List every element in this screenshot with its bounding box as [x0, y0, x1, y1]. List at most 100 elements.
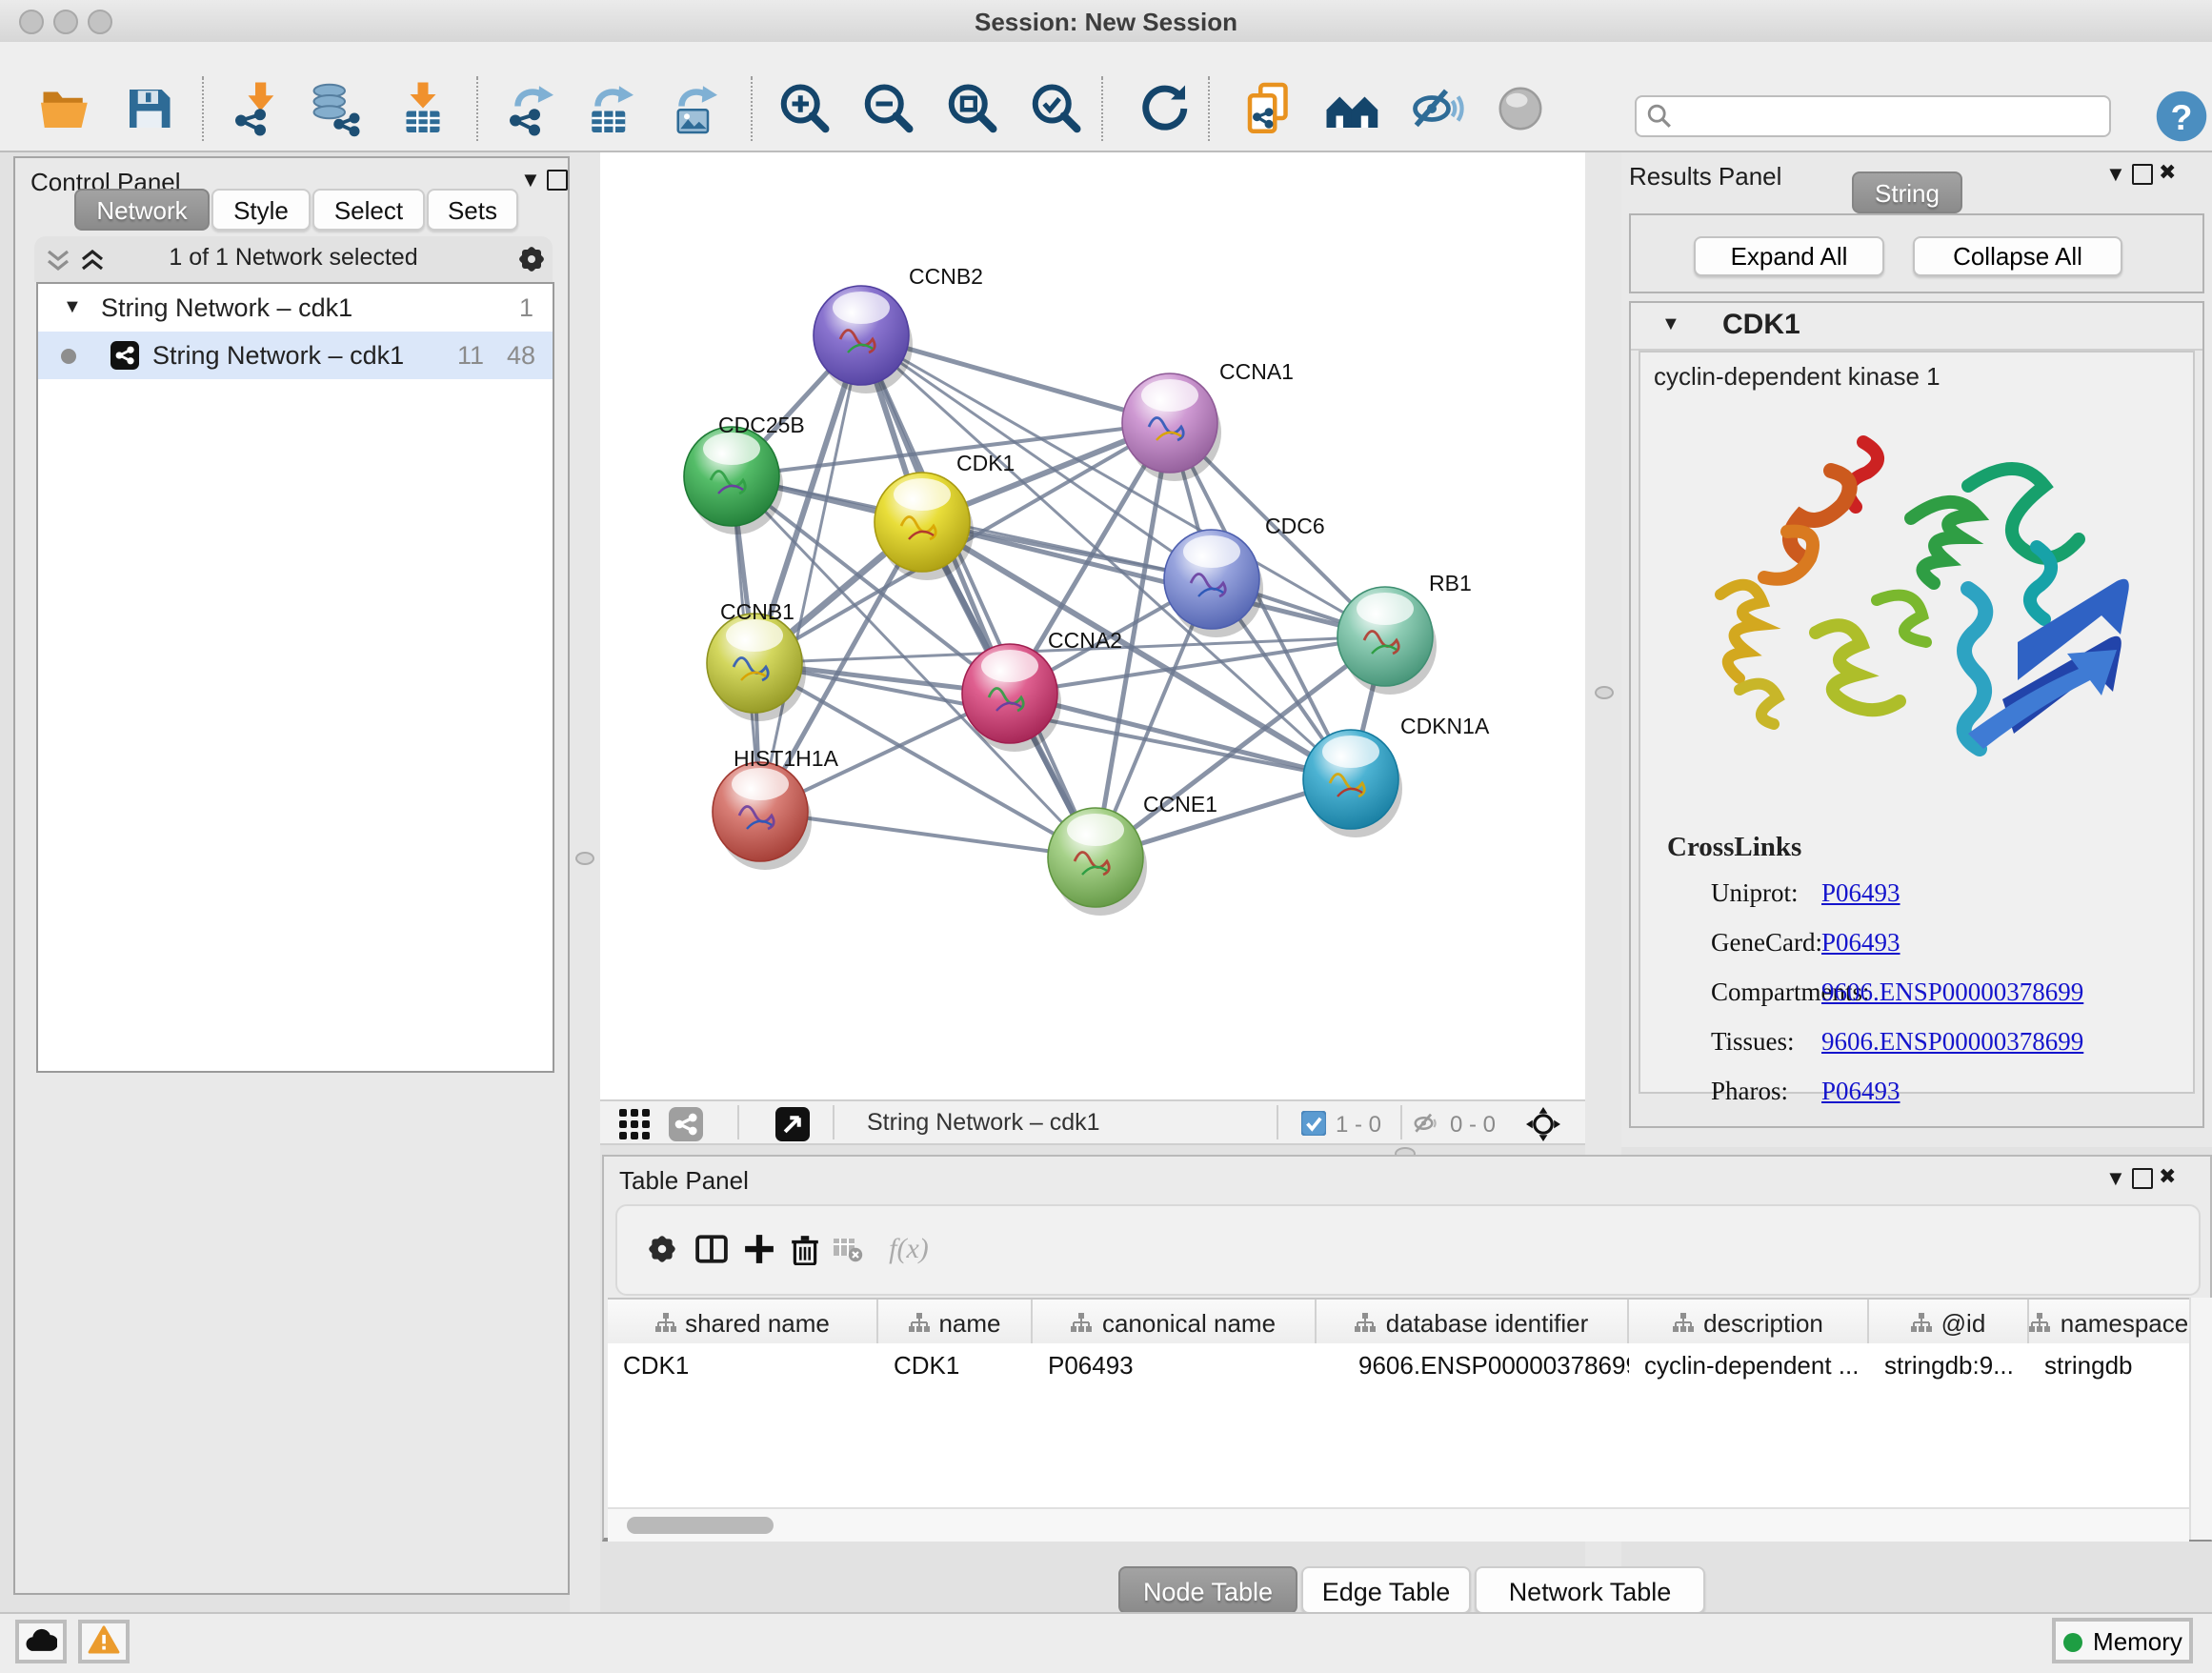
network-node-hist1h1a[interactable]: HIST1H1A: [713, 746, 839, 870]
close-panel-icon[interactable]: ✖: [2159, 162, 2176, 185]
left-splitter[interactable]: [570, 152, 600, 1612]
memory-button[interactable]: Memory: [2052, 1618, 2193, 1663]
crosslink-link[interactable]: P06493: [1821, 878, 1900, 909]
show-all-button[interactable]: [1492, 80, 1549, 137]
float-panel-icon[interactable]: [2132, 1168, 2153, 1189]
network-node-ccna1[interactable]: CCNA1: [1122, 359, 1294, 481]
tab-string[interactable]: String: [1852, 171, 1962, 213]
column-header-namespace[interactable]: namespace: [2029, 1300, 2189, 1345]
cell-canonical-name[interactable]: P06493: [1033, 1343, 1317, 1387]
network-node-cdkn1a[interactable]: CDKN1A: [1303, 714, 1490, 837]
splitter-handle[interactable]: [1595, 686, 1614, 699]
first-neighbors-button[interactable]: [1324, 80, 1381, 137]
delete-table-button[interactable]: [831, 1233, 865, 1267]
crosslink-link[interactable]: P06493: [1821, 1077, 1900, 1107]
collapse-panel-icon[interactable]: ▼: [2105, 1168, 2126, 1191]
network-node-label: CCNA2: [1048, 628, 1122, 653]
scrollbar-thumb[interactable]: [627, 1517, 774, 1534]
column-header-canonical-name[interactable]: canonical name: [1033, 1300, 1317, 1345]
collapse-all-button[interactable]: Collapse All: [1913, 236, 2122, 276]
import-network-from-database-button[interactable]: [307, 80, 364, 137]
column-header-description[interactable]: description: [1629, 1300, 1869, 1345]
network-view[interactable]: CCNB2 CCNA1 CDC25B CDK1 CDC6RB1 CCNB1 CCNA2 CDK…: [600, 152, 1585, 1099]
delete-column-button[interactable]: [787, 1233, 821, 1267]
zoom-fit-button[interactable]: [943, 80, 1000, 137]
crosslink-link[interactable]: P06493: [1821, 928, 1900, 958]
export-table-button[interactable]: [581, 80, 638, 137]
table-options-button[interactable]: [644, 1233, 678, 1267]
cell-id[interactable]: stringdb:9...: [1869, 1343, 2029, 1387]
close-panel-icon[interactable]: ✖: [2159, 1166, 2176, 1189]
tree-expander-icon[interactable]: ▼: [63, 284, 82, 332]
crosslink-link[interactable]: 9606.ENSP00000378699: [1821, 978, 2083, 1008]
expand-all-button[interactable]: Expand All: [1694, 236, 1884, 276]
collapse-panel-icon[interactable]: ▼: [520, 170, 541, 192]
refresh-button[interactable]: [1136, 80, 1193, 137]
crosslink-link[interactable]: 9606.ENSP00000378699: [1821, 1027, 2083, 1058]
network-node-ccnb2[interactable]: CCNB2: [814, 264, 983, 393]
function-builder-button[interactable]: f(x): [876, 1233, 941, 1267]
cell-shared-name[interactable]: CDK1: [608, 1343, 878, 1387]
tab-sets[interactable]: Sets: [427, 189, 518, 231]
gene-header[interactable]: ▼ CDK1: [1631, 303, 2202, 351]
export-image-button[interactable]: [665, 80, 722, 137]
share-view-icon[interactable]: [669, 1107, 703, 1141]
tab-node-table[interactable]: Node Table: [1118, 1566, 1297, 1614]
network-node-ccnb1[interactable]: CCNB1: [707, 599, 806, 721]
warning-status-button[interactable]: [78, 1620, 130, 1663]
vertical-scrollbar[interactable]: [2189, 1298, 2212, 1540]
zoom-out-button[interactable]: [859, 80, 916, 137]
selected-checkbox-icon[interactable]: [1301, 1111, 1326, 1136]
show-columns-button[interactable]: [694, 1233, 728, 1267]
column-header-id[interactable]: @id: [1869, 1300, 2029, 1345]
hide-selected-button[interactable]: [1408, 80, 1465, 137]
network-collection-row[interactable]: ▼ String Network – cdk1 1: [38, 284, 553, 332]
options-gear-icon[interactable]: [516, 244, 547, 274]
search-input[interactable]: [1682, 99, 2105, 133]
network-canvas[interactable]: CCNB2 CCNA1 CDC25B CDK1 CDC6RB1 CCNB1 CCNA2 CDK…: [600, 152, 1585, 1099]
column-header-shared-name[interactable]: shared name: [608, 1300, 878, 1345]
float-panel-icon[interactable]: [2132, 164, 2153, 185]
open-session-button[interactable]: [36, 80, 93, 137]
column-header-database-identifier[interactable]: database identifier: [1317, 1300, 1629, 1345]
float-panel-icon[interactable]: [547, 170, 568, 191]
birdseye-view-icon[interactable]: [775, 1107, 810, 1141]
separator: [1400, 1105, 1402, 1139]
collapse-panel-icon[interactable]: ▼: [2105, 164, 2126, 187]
network-edge[interactable]: [760, 335, 861, 812]
splitter-handle[interactable]: [575, 852, 594, 865]
network-node-cdk1[interactable]: CDK1: [875, 451, 1015, 580]
cloud-status-button[interactable]: [15, 1620, 67, 1663]
network-node-cdc25b[interactable]: CDC25B: [684, 413, 805, 534]
import-table-button[interactable]: [394, 80, 452, 137]
clone-network-button[interactable]: [1240, 80, 1297, 137]
hidden-eye-icon[interactable]: [1412, 1111, 1440, 1136]
network-node-rb1[interactable]: RB1: [1337, 571, 1472, 695]
collapse-gene-icon[interactable]: ▼: [1661, 314, 1680, 335]
cell-database-identifier[interactable]: 9606.ENSP00000378699: [1317, 1343, 1629, 1387]
crosshair-icon[interactable]: [1526, 1107, 1560, 1141]
tab-edge-table[interactable]: Edge Table: [1301, 1566, 1471, 1614]
tab-style[interactable]: Style: [211, 189, 311, 231]
zoom-in-button[interactable]: [775, 80, 833, 137]
grid-view-icon[interactable]: [619, 1109, 650, 1139]
import-network-button[interactable]: [227, 80, 284, 137]
create-column-button[interactable]: [741, 1233, 775, 1267]
help-button[interactable]: ?: [2153, 88, 2210, 145]
cell-description[interactable]: cyclin-dependent ...: [1629, 1343, 1869, 1387]
save-session-button[interactable]: [120, 80, 177, 137]
tab-network-table[interactable]: Network Table: [1475, 1566, 1705, 1614]
column-header-name[interactable]: name: [878, 1300, 1033, 1345]
horizontal-scrollbar[interactable]: [608, 1507, 2189, 1542]
export-network-button[interactable]: [501, 80, 558, 137]
network-edge[interactable]: [861, 335, 1096, 857]
titlebar: Session: New Session: [0, 0, 2212, 44]
tab-network[interactable]: Network: [74, 189, 210, 231]
tab-select[interactable]: Select: [312, 189, 425, 231]
network-row-selected[interactable]: String Network – cdk1 11 48: [38, 332, 553, 379]
network-node-cdc6[interactable]: CDC6: [1164, 514, 1325, 637]
cell-name[interactable]: CDK1: [878, 1343, 1033, 1387]
control-panel: Control Panel ▼ ✖ Network Style Select S…: [13, 156, 570, 1595]
zoom-selected-button[interactable]: [1027, 80, 1084, 137]
cell-namespace[interactable]: stringdb: [2029, 1343, 2189, 1387]
